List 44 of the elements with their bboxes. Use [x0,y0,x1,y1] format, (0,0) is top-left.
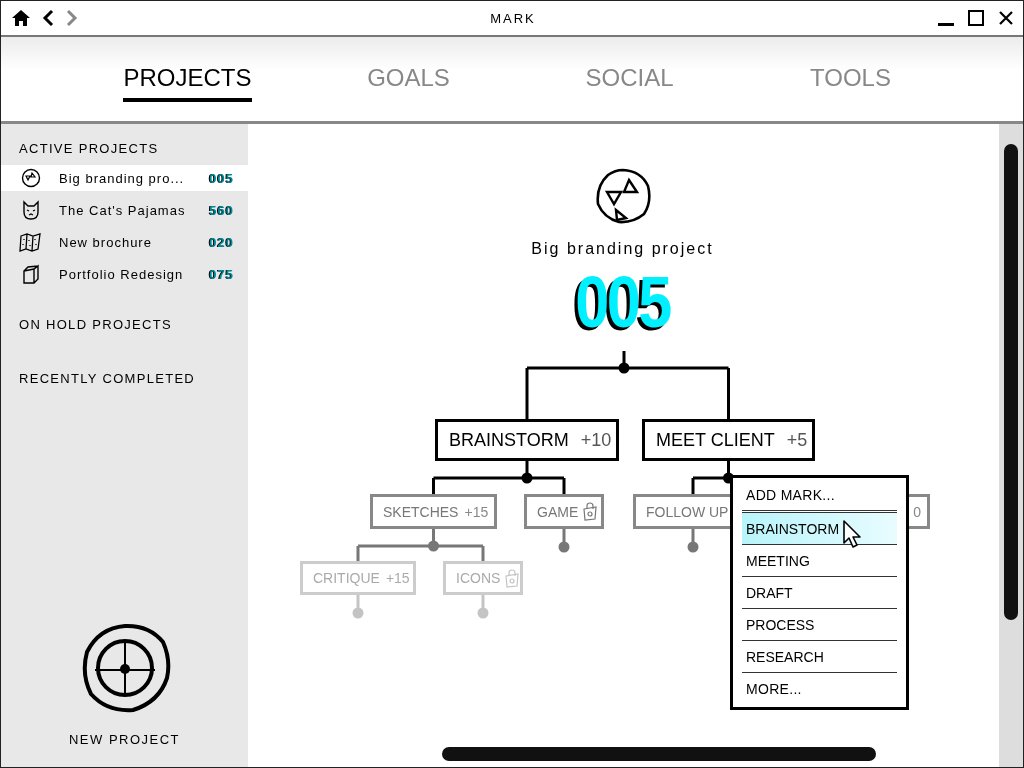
menu-item[interactable]: PROCESS [742,609,897,641]
tree-node[interactable]: SKETCHES +15 [370,494,497,529]
project-item[interactable]: Portfolio Redesign 075 [1,261,248,287]
project-item[interactable]: Big branding pro... 005 [1,165,248,191]
node-label: BRAINSTORM [449,429,569,451]
project-item[interactable]: New brochure 020 [1,229,248,255]
node-label: ICONS [456,570,501,586]
section-heading[interactable]: ACTIVE PROJECTS [1,141,248,156]
menu-item[interactable]: DRAFT [742,577,897,609]
tree-node[interactable]: GAME [524,494,604,529]
tree-node[interactable]: MEET CLIENT +5 [642,419,815,461]
node-points: +15 [464,503,489,520]
tab[interactable]: TOOLS [810,56,891,102]
node-label: CRITIQUE [313,570,380,586]
project-name: Portfolio Redesign [59,266,185,282]
project-count: 020 [209,234,234,250]
node-label: GAME [537,503,579,520]
project-name: The Cat's Pajamas [59,202,187,218]
node-label: SKETCHES [383,503,459,520]
section-heading[interactable]: RECENTLY COMPLETED [1,371,248,386]
project-item[interactable]: The Cat's Pajamas 560 [1,197,248,223]
tab[interactable]: SOCIAL [585,56,674,102]
project-count: 560 [209,202,234,218]
project-count: 075 [209,266,234,282]
project-count: 005 [575,266,670,338]
node-label: MEET CLIENT [656,429,775,451]
menu-item[interactable]: MORE... [742,673,897,705]
project-name: Big branding pro... [59,170,186,186]
node-points: +15 [385,570,410,586]
window-title: MARK [489,10,537,26]
new-project-label[interactable]: NEW PROJECT [68,732,181,747]
project-count: 005 [209,170,234,186]
project-name: New brochure [59,234,153,250]
node-points: +5 [786,429,808,451]
project-title: Big branding project [531,240,714,258]
node-points: 0 [913,503,921,520]
node-label: FOLLOW UP [646,503,729,520]
tab[interactable]: PROJECTS [123,56,252,102]
menu-item[interactable]: BRAINSTORM [742,513,897,545]
section-heading[interactable]: ON HOLD PROJECTS [1,317,248,332]
menu-item[interactable]: RESEARCH [742,641,897,673]
tab[interactable]: GOALS [367,56,450,102]
node-points: +10 [580,429,612,451]
tree-node[interactable]: BRAINSTORM +10 [435,419,619,461]
